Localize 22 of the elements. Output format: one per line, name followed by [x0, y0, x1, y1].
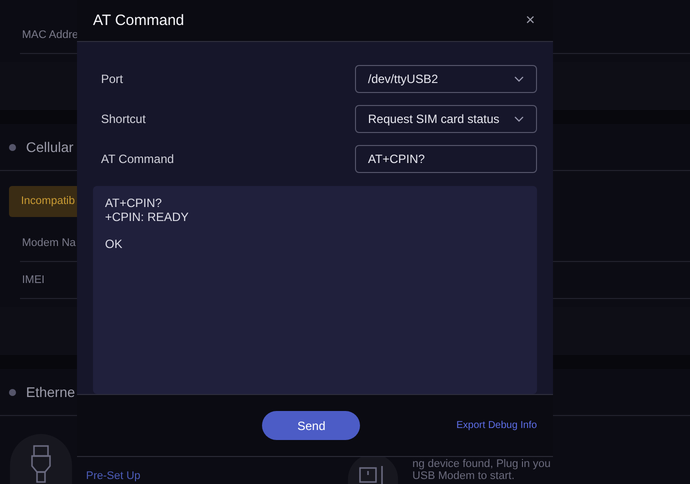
input-field[interactable]: AT+CPIN?: [355, 145, 537, 173]
output-line: OK: [105, 238, 124, 251]
bullet-icon: [9, 144, 16, 150]
field-label: AT Command: [101, 152, 174, 166]
status-message: ng device found, Plug in you USB Modem to start.: [412, 458, 551, 482]
output-line: +CPIN: READY: [105, 210, 190, 224]
bullet-icon: [9, 388, 16, 396]
dropdown[interactable]: /dev/ttyUSB2: [355, 65, 537, 93]
field-label: Port: [101, 72, 124, 86]
field-label: Shortcut: [101, 112, 146, 126]
section-title: Etherne: [26, 384, 76, 400]
close-button[interactable]: ×: [526, 12, 535, 30]
send-button[interactable]: Send: [262, 411, 360, 440]
dropdown[interactable]: Request SIM card status: [355, 105, 537, 133]
row-label: MAC Addre: [21, 28, 78, 43]
output-line: AT+CPIN?: [105, 197, 163, 210]
ethernet-icon: [10, 434, 72, 484]
section-title: Cellular: [26, 139, 74, 155]
caret-icon: [514, 116, 524, 122]
caret-icon: [514, 76, 524, 82]
export-debug-info-link[interactable]: Export Debug Info: [456, 420, 537, 431]
dialog-title: AT Command: [93, 12, 184, 29]
